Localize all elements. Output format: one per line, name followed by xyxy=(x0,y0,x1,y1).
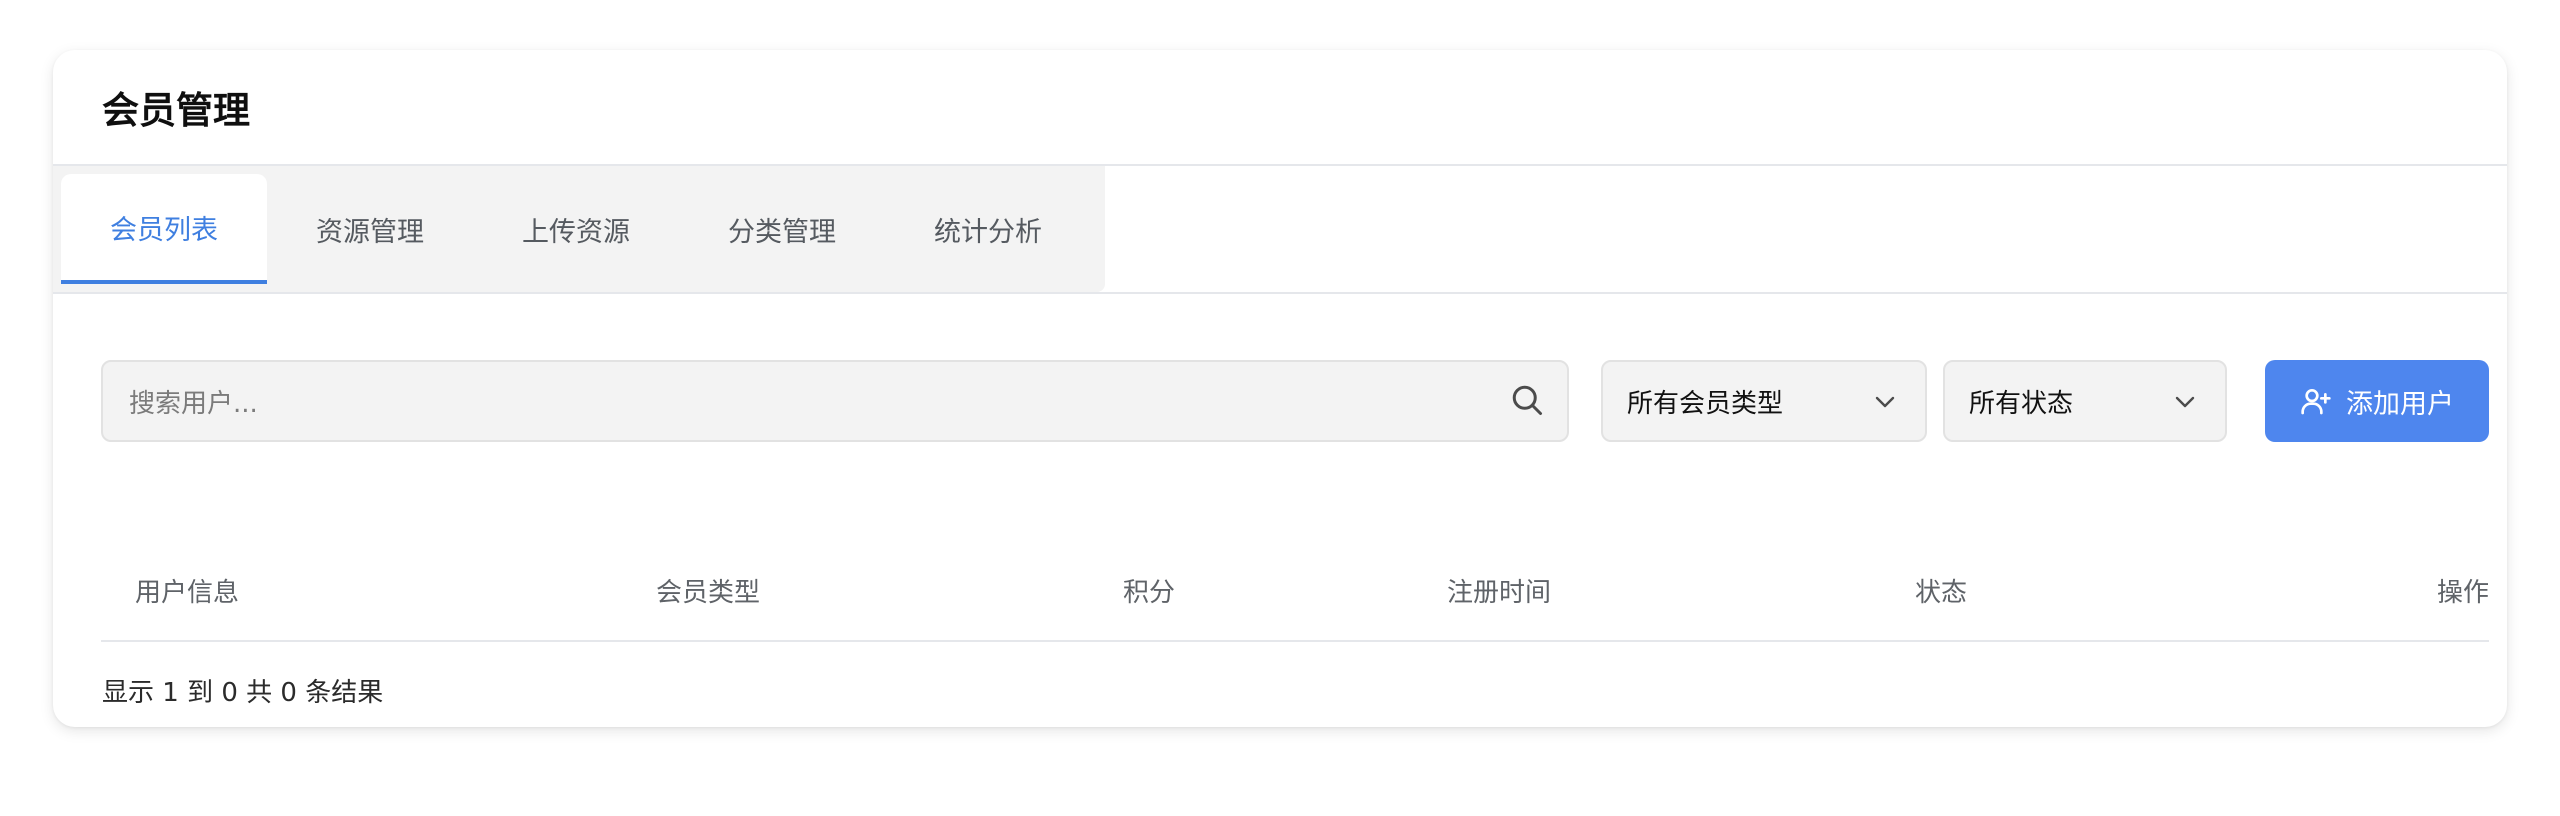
add-user-button-label: 添加用户 xyxy=(2346,388,2454,420)
column-header-status: 状态 xyxy=(1915,578,1968,608)
tab-resource-management[interactable]: 资源管理 xyxy=(267,174,473,284)
column-header-member-type: 会员类型 xyxy=(656,578,761,608)
tab-upload-resource[interactable]: 上传资源 xyxy=(473,174,679,284)
tab-statistics[interactable]: 统计分析 xyxy=(885,174,1091,284)
pagination-summary: 显示 1 到 0 共 0 条结果 xyxy=(102,678,384,708)
page-title: 会员管理 xyxy=(102,89,250,132)
tab-bar: 会员列表 资源管理 上传资源 分类管理 统计分析 xyxy=(53,166,2507,294)
search-placeholder: 搜索用户... xyxy=(129,388,258,419)
user-plus-icon xyxy=(2301,389,2331,415)
search-input[interactable]: 搜索用户... xyxy=(101,360,1569,442)
status-select[interactable]: 所有状态 xyxy=(1943,360,2227,442)
card-header: 会员管理 xyxy=(53,50,2507,166)
column-header-register-time: 注册时间 xyxy=(1447,578,1552,608)
column-header-actions: 操作 xyxy=(2436,578,2489,608)
add-user-button[interactable]: 添加用户 xyxy=(2265,360,2489,442)
table-header: 用户信息 会员类型 积分 注册时间 状态 操作 xyxy=(101,540,2489,642)
chevron-down-icon xyxy=(1875,396,1895,408)
member-type-select-value: 所有会员类型 xyxy=(1627,388,1784,419)
member-type-select[interactable]: 所有会员类型 xyxy=(1601,360,1927,442)
member-management-card: 会员管理 会员列表 资源管理 上传资源 分类管理 统计分析 搜索用户... 所有… xyxy=(53,50,2507,727)
search-icon[interactable] xyxy=(1509,382,1545,418)
column-header-points: 积分 xyxy=(1123,578,1176,608)
tab-category-management[interactable]: 分类管理 xyxy=(679,174,885,284)
chevron-down-icon xyxy=(2175,396,2195,408)
toolbar: 搜索用户... 所有会员类型 所有状态 添加用户 xyxy=(53,360,2507,442)
column-header-user-info: 用户信息 xyxy=(135,578,240,608)
status-select-value: 所有状态 xyxy=(1969,388,2074,419)
tab-member-list[interactable]: 会员列表 xyxy=(61,174,267,284)
